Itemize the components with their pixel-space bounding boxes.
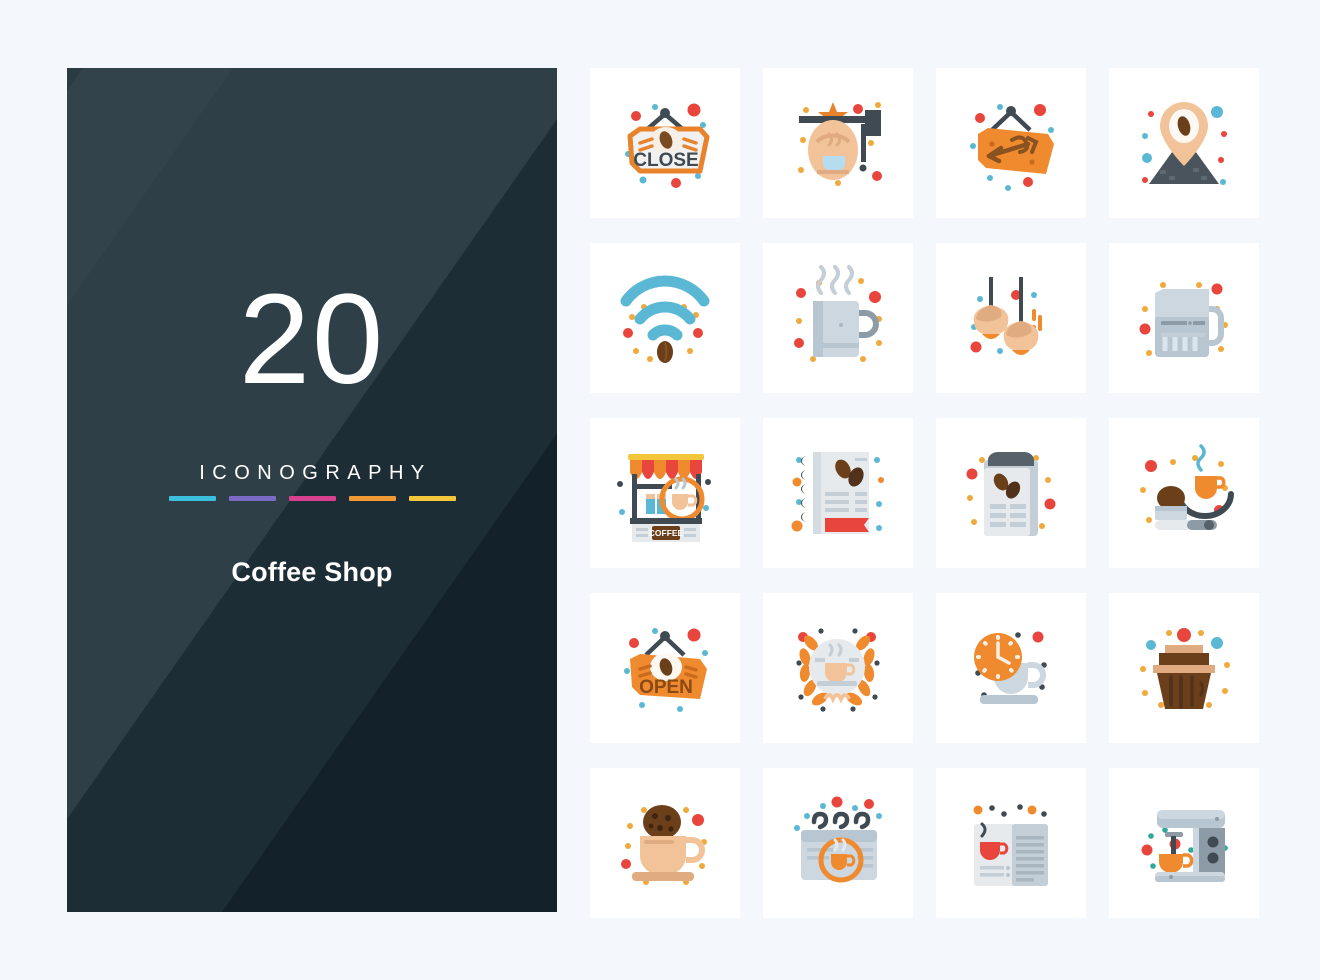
icon-card-measuring-jug[interactable] xyxy=(1109,243,1259,393)
hot-mug-icon xyxy=(794,265,882,362)
cupcake-icon xyxy=(1140,628,1230,709)
portafilter-icon xyxy=(1140,444,1234,530)
cover-title: Coffee Shop xyxy=(231,557,393,587)
icon-grid: CLOSE COFFEE OPEN xyxy=(590,68,1259,918)
bar-purple xyxy=(228,496,276,501)
bar-cyan xyxy=(168,496,216,501)
accent-bar-group xyxy=(168,496,456,501)
icon-card-hanging-shop-sign[interactable] xyxy=(763,68,913,218)
icon-card-open-sign[interactable]: OPEN xyxy=(590,593,740,743)
icon-count: 20 xyxy=(238,268,386,411)
cover-panel: 20 ICONOGRAPHY Coffee Shop xyxy=(67,68,557,912)
coffee-stall-label: COFFEE xyxy=(648,528,683,538)
icon-card-coffee-calendar[interactable] xyxy=(763,768,913,918)
icon-card-coffee-newspaper[interactable] xyxy=(936,768,1086,918)
open-sign-label: OPEN xyxy=(639,677,693,698)
coffee-menu-icon xyxy=(791,452,884,534)
icon-card-hot-mug[interactable] xyxy=(763,243,913,393)
espresso-machine-icon xyxy=(1141,810,1228,882)
hanging-lamps-icon xyxy=(970,277,1042,355)
close-sign-label: CLOSE xyxy=(633,150,698,171)
icon-card-clipboard[interactable] xyxy=(936,418,1086,568)
coffee-break-icon xyxy=(974,631,1047,704)
wifi-icon xyxy=(620,275,710,363)
measuring-jug-icon xyxy=(1139,282,1228,357)
coffee-award-icon xyxy=(796,628,880,712)
location-pin-icon xyxy=(1142,102,1227,185)
icon-card-hanging-lamps[interactable] xyxy=(936,243,1086,393)
icon-card-coffee-break[interactable] xyxy=(936,593,1086,743)
close-sign-icon: CLOSE xyxy=(625,103,710,188)
icon-card-close-sign[interactable]: CLOSE xyxy=(590,68,740,218)
icon-card-direction-sign[interactable] xyxy=(936,68,1086,218)
icon-card-coffee-award[interactable] xyxy=(763,593,913,743)
icon-card-cupcake[interactable] xyxy=(1109,593,1259,743)
direction-sign-icon xyxy=(970,104,1054,191)
coffee-calendar-icon xyxy=(794,796,882,883)
bar-orange xyxy=(348,496,396,501)
icon-card-portafilter[interactable] xyxy=(1109,418,1259,568)
clipboard-icon xyxy=(966,452,1056,536)
open-sign-icon: OPEN xyxy=(624,628,708,712)
coffee-newspaper-icon xyxy=(973,804,1048,886)
icon-card-wifi[interactable] xyxy=(590,243,740,393)
cup-cookie-icon xyxy=(621,805,707,885)
cover-subtitle: ICONOGRAPHY xyxy=(199,462,432,484)
icon-card-coffee-menu[interactable] xyxy=(763,418,913,568)
hanging-shop-sign-icon xyxy=(798,102,882,186)
icon-set-page: 20 ICONOGRAPHY Coffee Shop CLOSE COFFEE … xyxy=(0,0,1320,980)
coffee-stall-icon: COFFEE xyxy=(616,453,711,542)
bar-magenta xyxy=(288,496,336,501)
icon-card-espresso-machine[interactable] xyxy=(1109,768,1259,918)
icon-card-coffee-stall[interactable]: COFFEE xyxy=(590,418,740,568)
icon-card-cup-cookie[interactable] xyxy=(590,768,740,918)
icon-card-location-pin[interactable] xyxy=(1109,68,1259,218)
bar-yellow xyxy=(408,496,456,501)
